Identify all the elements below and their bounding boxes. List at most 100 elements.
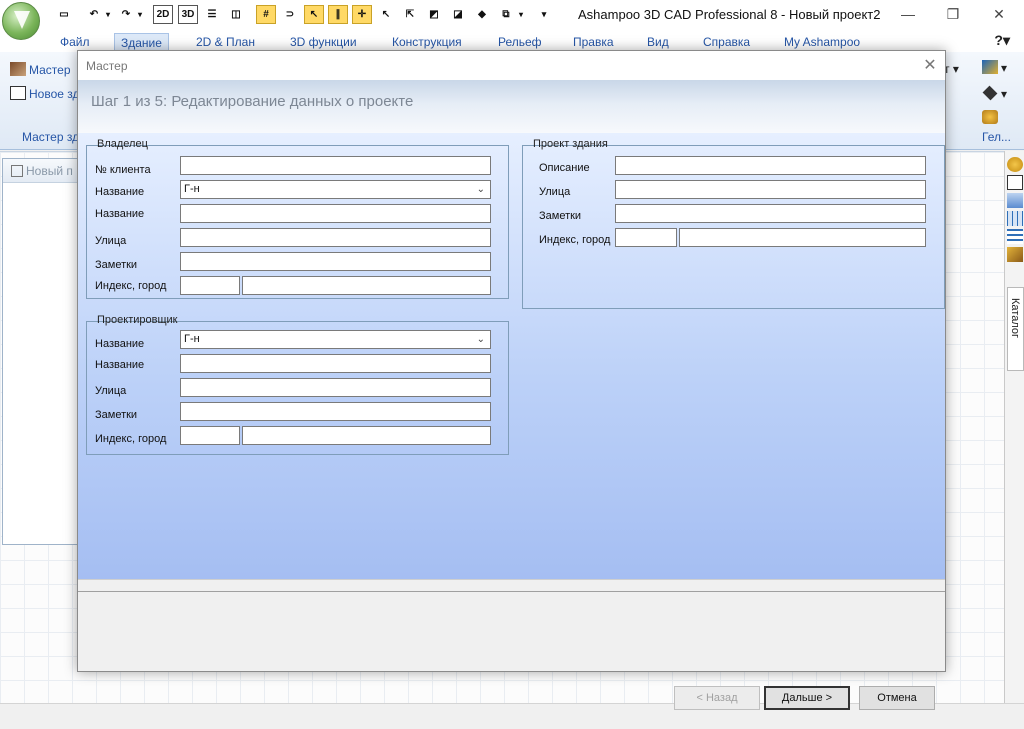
hierarchy-icon[interactable] <box>1007 229 1023 244</box>
undo-icon[interactable]: ↶ <box>84 5 104 24</box>
ribbon-group-label: Мастер зд <box>22 130 80 144</box>
project-legend: Проект здания <box>533 138 608 150</box>
ribbon-tabs: Файл Здание 2D & План 3D функции Констру… <box>0 30 1024 52</box>
owner-street-input[interactable] <box>180 228 491 247</box>
project-description-input[interactable] <box>615 156 926 175</box>
owner-salutation-select[interactable]: Г-н ⌄ <box>180 180 491 199</box>
select-pointer-icon[interactable]: ↖ <box>376 5 396 24</box>
pattern-tool-button[interactable]: ▾ <box>982 85 1007 101</box>
stairs-icon[interactable]: ◪ <box>448 5 468 24</box>
designer-street-label: Улица <box>95 385 127 397</box>
wizard-header: Шаг 1 из 5: Редактирование данных о прое… <box>78 80 945 133</box>
project-zip-input[interactable] <box>615 228 677 247</box>
cancel-button[interactable]: Отмена <box>859 686 935 710</box>
designer-name-input[interactable] <box>180 354 491 373</box>
grid-icon[interactable]: # <box>256 5 276 24</box>
magnet-icon[interactable]: ⊃ <box>280 5 300 24</box>
copy-dropdown-icon[interactable]: ▾ <box>516 5 526 24</box>
crosshair-icon[interactable]: ✛ <box>352 5 372 24</box>
designer-notes-input[interactable] <box>180 402 491 421</box>
document-icon[interactable] <box>1007 175 1023 190</box>
view-2d-button[interactable]: 2D <box>153 5 173 24</box>
diamond-pattern-icon <box>982 85 998 101</box>
next-button[interactable]: Дальше > <box>764 686 850 710</box>
help-icon[interactable]: ?▾ <box>994 32 1010 49</box>
app-logo-icon[interactable] <box>2 2 40 40</box>
new-building-label: Новое зд <box>29 87 80 101</box>
floor-slab-icon[interactable]: ◆ <box>472 5 492 24</box>
designer-salutation-label: Название <box>95 338 145 350</box>
designer-street-input[interactable] <box>180 378 491 397</box>
wizard-body: Владелец № клиента Название Г-н ⌄ Назван… <box>78 133 945 579</box>
project-panel-title: Новый п <box>26 164 73 178</box>
copy-object-icon[interactable]: ⧉ <box>496 5 516 24</box>
designer-group: Проектировщик Название Г-н ⌄ Название Ул… <box>86 314 509 455</box>
title-bar: ▭ ↶ ▾ ↷ ▾ 2D 3D ☰ ◫ # ⊃ ↖ ∥ ✛ ↖ ⇱ ◩ ◪ ◆ … <box>0 0 1024 40</box>
layers-icon <box>982 60 998 74</box>
snap-cursor-icon[interactable]: ↖ <box>304 5 324 24</box>
designer-salutation-value: Г-н <box>184 333 200 345</box>
master-button[interactable]: Мастер <box>10 62 71 77</box>
roof-icon[interactable]: ◩ <box>424 5 444 24</box>
restore-icon[interactable]: ❐ <box>942 4 964 24</box>
minimize-icon[interactable]: — <box>897 4 919 24</box>
owner-notes-input[interactable] <box>180 252 491 271</box>
customer-no-label: № клиента <box>95 164 151 176</box>
redo-icon[interactable]: ↷ <box>116 5 136 24</box>
sparkle-tool-button[interactable] <box>982 110 1001 125</box>
split-vertical-icon[interactable]: ◫ <box>226 5 246 24</box>
move-object-icon[interactable]: ⇱ <box>400 5 420 24</box>
customize-toolbar-icon[interactable]: ▾ <box>538 5 550 24</box>
wizard-footer: < Назад Дальше > Отмена <box>78 579 945 710</box>
customer-no-input[interactable] <box>180 156 491 175</box>
project-panel: Новый п <box>2 158 84 545</box>
owner-salutation-label: Название <box>95 186 145 198</box>
project-street-input[interactable] <box>615 180 926 199</box>
owner-legend: Владелец <box>97 138 148 150</box>
project-zip-city-label: Индекс, город <box>539 234 611 246</box>
new-document-icon[interactable]: ▭ <box>54 5 74 24</box>
back-button[interactable]: < Назад <box>674 686 760 710</box>
undo-dropdown-icon[interactable]: ▾ <box>103 5 113 24</box>
table-icon[interactable] <box>1007 211 1023 226</box>
notes-icon[interactable] <box>1007 193 1023 208</box>
project-wizard-dialog: Мастер ✕ Шаг 1 из 5: Редактирование данн… <box>77 50 946 710</box>
owner-zip-city-label: Индекс, город <box>95 280 167 292</box>
split-horizontal-icon[interactable]: ☰ <box>202 5 222 24</box>
project-street-label: Улица <box>539 186 571 198</box>
owner-name-input[interactable] <box>180 204 491 223</box>
project-panel-header: Новый п <box>3 159 83 183</box>
ribbon-dropdown-icon[interactable]: т ▾ <box>944 62 959 76</box>
close-window-icon[interactable]: ✕ <box>988 4 1010 24</box>
owner-notes-label: Заметки <box>95 259 138 271</box>
chevron-down-icon: ⌄ <box>476 184 485 195</box>
right-sidebar: Каталог <box>1004 151 1024 703</box>
project-city-input[interactable] <box>679 228 926 247</box>
designer-notes-label: Заметки <box>95 409 138 421</box>
wizard-step-heading: Шаг 1 из 5: Редактирование данных о прое… <box>91 93 414 110</box>
owner-name-label: Название <box>95 208 145 220</box>
layer-tool-button[interactable]: ▾ <box>982 60 1007 75</box>
owner-group: Владелец № клиента Название Г-н ⌄ Назван… <box>86 138 509 299</box>
project-notes-input[interactable] <box>615 204 926 223</box>
owner-city-input[interactable] <box>242 276 491 295</box>
guide-lines-icon[interactable]: ∥ <box>328 5 348 24</box>
wizard-title-bar: Мастер ✕ <box>78 51 945 80</box>
view-3d-button[interactable]: 3D <box>178 5 198 24</box>
redo-dropdown-icon[interactable]: ▾ <box>135 5 145 24</box>
chevron-down-icon: ⌄ <box>476 334 485 345</box>
catalog-tab[interactable]: Каталог <box>1007 287 1024 371</box>
designer-salutation-select[interactable]: Г-н ⌄ <box>180 330 491 349</box>
plan-icon <box>11 165 23 177</box>
designer-city-input[interactable] <box>242 426 491 445</box>
new-building-button[interactable]: Новое зд <box>10 86 80 101</box>
footer-divider <box>78 591 945 592</box>
owner-zip-input[interactable] <box>180 276 240 295</box>
sun-icon[interactable] <box>1007 157 1023 172</box>
paint-icon[interactable] <box>1007 247 1023 262</box>
designer-zip-input[interactable] <box>180 426 240 445</box>
house-icon <box>10 62 26 76</box>
close-icon[interactable]: ✕ <box>921 55 939 75</box>
ribbon-right-group-label: Гел... <box>982 130 1011 144</box>
project-notes-label: Заметки <box>539 210 582 222</box>
